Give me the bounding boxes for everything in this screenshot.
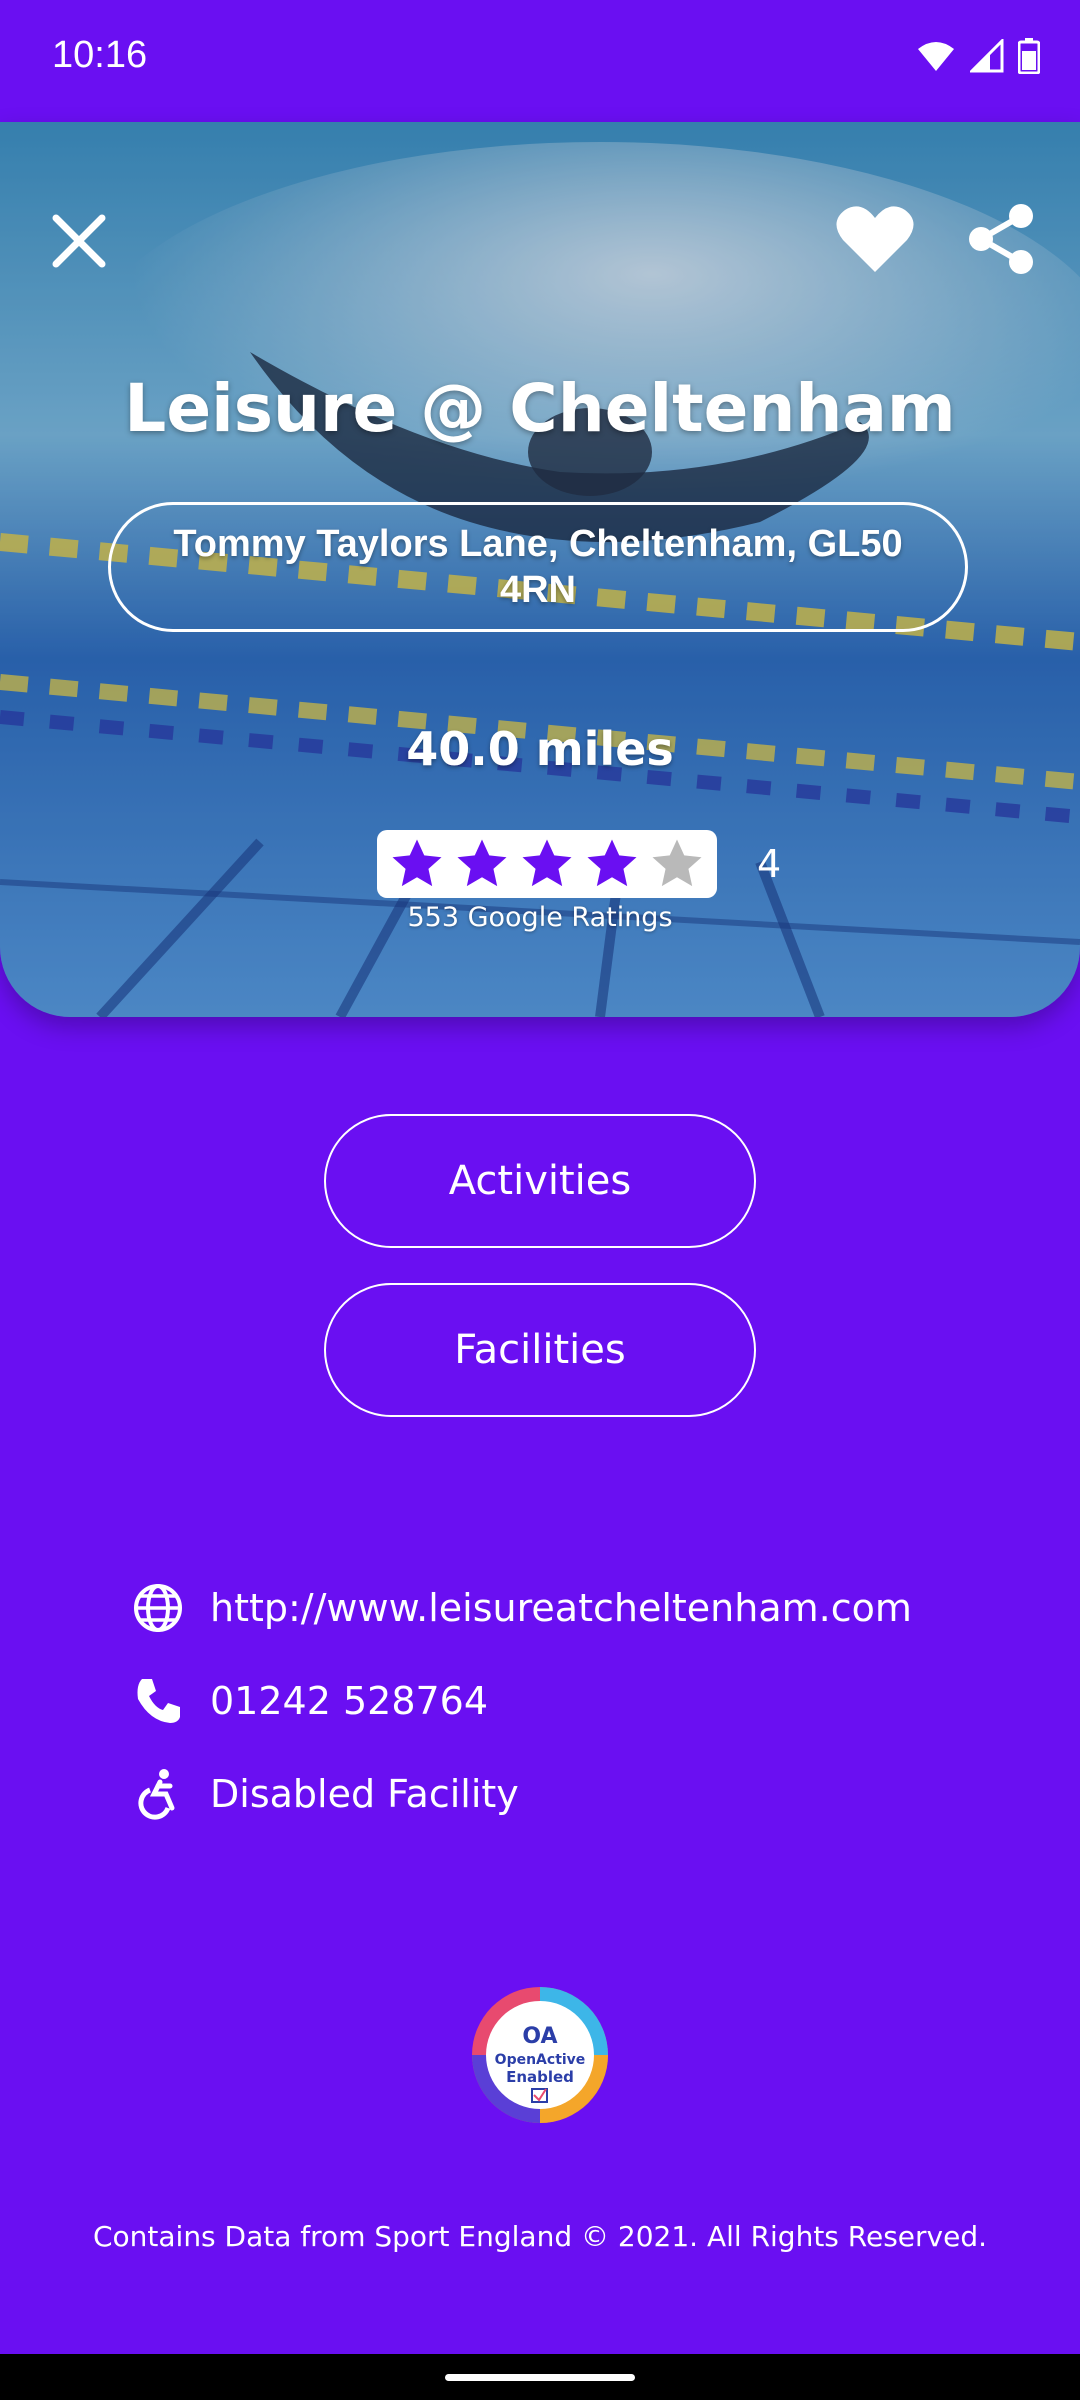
venue-title: Leisure @ Cheltenham xyxy=(124,370,956,447)
wifi-icon xyxy=(918,42,954,71)
phone-icon xyxy=(137,1679,180,1723)
star-empty-icon xyxy=(652,839,702,887)
phone-number[interactable]: 01242 528764 xyxy=(210,1679,488,1723)
status-bar: 10:16 xyxy=(0,0,1080,122)
star-rating xyxy=(377,830,717,898)
accessibility-row: Disabled Facility xyxy=(132,1768,519,1820)
badge-line2: Enabled xyxy=(506,2068,574,2086)
star-filled-icon xyxy=(392,839,442,887)
address-pill[interactable]: Tommy Taylors Lane, Cheltenham, GL50 4RN xyxy=(108,502,968,632)
status-icons xyxy=(916,38,1040,74)
heart-icon[interactable] xyxy=(835,202,915,276)
svg-text:OA: OA xyxy=(522,2024,557,2049)
venue-distance: 40.0 miles xyxy=(406,722,674,776)
cell-signal-icon xyxy=(970,39,1004,73)
close-icon[interactable] xyxy=(50,212,108,270)
facilities-button[interactable]: Facilities xyxy=(324,1283,756,1417)
venue-hero: Leisure @ Cheltenham Tommy Taylors Lane,… xyxy=(0,122,1080,1017)
venue-address: Tommy Taylors Lane, Cheltenham, GL50 4RN xyxy=(173,523,903,611)
activities-label: Activities xyxy=(448,1158,632,1204)
rating-value: 4 xyxy=(757,842,782,886)
website-row[interactable]: http://www.leisureatcheltenham.com xyxy=(132,1582,912,1634)
activities-button[interactable]: Activities xyxy=(324,1114,756,1248)
globe-icon xyxy=(134,1584,182,1632)
accessible-icon xyxy=(138,1769,175,1820)
status-time: 10:16 xyxy=(52,34,148,76)
accessibility-label: Disabled Facility xyxy=(210,1772,519,1816)
badge-line1: OpenActive xyxy=(495,2052,586,2068)
star-filled-icon xyxy=(522,839,572,887)
rating-count: 553 Google Ratings xyxy=(407,902,673,933)
openactive-badge: OA OpenActive Enabled xyxy=(472,1987,608,2123)
facilities-label: Facilities xyxy=(454,1327,626,1373)
star-filled-icon xyxy=(587,839,637,887)
battery-icon xyxy=(1018,38,1040,74)
phone-row[interactable]: 01242 528764 xyxy=(132,1675,488,1727)
share-icon[interactable] xyxy=(965,202,1039,276)
website-link[interactable]: http://www.leisureatcheltenham.com xyxy=(210,1586,912,1630)
star-filled-icon xyxy=(457,839,507,887)
footer-copyright: Contains Data from Sport England © 2021.… xyxy=(92,2220,988,2253)
home-gesture-handle[interactable] xyxy=(445,2374,635,2381)
